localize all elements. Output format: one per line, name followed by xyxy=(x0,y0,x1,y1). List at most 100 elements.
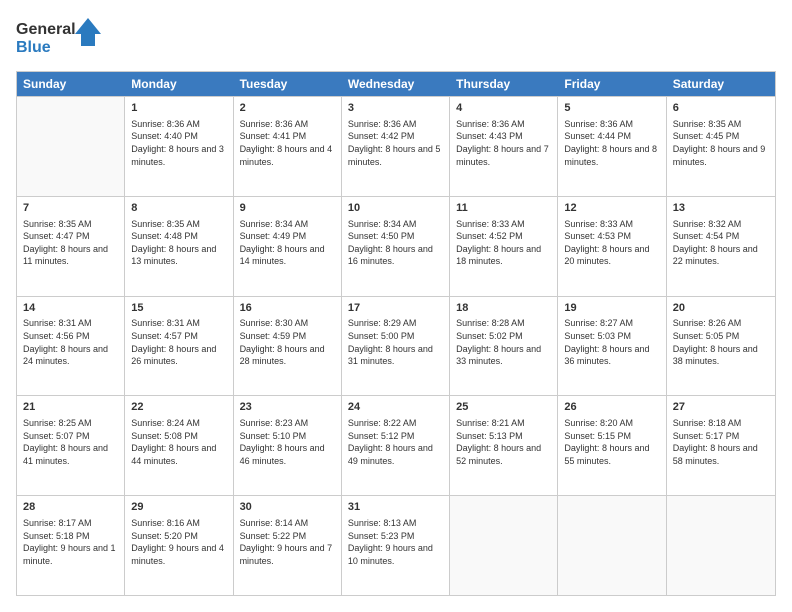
calendar-week-4: 21 Sunrise: 8:25 AMSunset: 5:07 PMDayligh… xyxy=(17,395,775,495)
calendar-cell: 30Sunrise: 8:14 AMSunset: 5:22 PMDayligh… xyxy=(234,496,342,595)
calendar-cell: 9 Sunrise: 8:34 AMSunset: 4:49 PMDaylight… xyxy=(234,197,342,296)
day-number: 28 xyxy=(23,500,118,515)
calendar-cell: 10 Sunrise: 8:34 AMSunset: 4:50 PMDayligh… xyxy=(342,197,450,296)
day-number: 13 xyxy=(673,201,769,216)
day-number: 6 xyxy=(673,101,769,116)
calendar-week-3: 14Sunrise: 8:31 AMSunset: 4:56 PMDayligh… xyxy=(17,296,775,396)
svg-text:Blue: Blue xyxy=(16,39,51,56)
page-container: General Blue SundayMondayTuesdayWednesda… xyxy=(0,0,792,612)
calendar-cell: 6 Sunrise: 8:35 AMSunset: 4:45 PMDaylight… xyxy=(667,97,775,196)
day-number: 16 xyxy=(240,301,335,316)
day-info: Sunrise: 8:20 AMSunset: 5:15 PMDaylight:… xyxy=(564,417,659,467)
day-number: 25 xyxy=(456,400,551,415)
day-info: Sunrise: 8:29 AMSunset: 5:00 PMDaylight:… xyxy=(348,317,443,367)
calendar-cell: 14Sunrise: 8:31 AMSunset: 4:56 PMDayligh… xyxy=(17,297,125,396)
calendar-cell xyxy=(17,97,125,196)
calendar-week-2: 7Sunrise: 8:35 AMSunset: 4:47 PMDaylight… xyxy=(17,196,775,296)
day-info: Sunrise: 8:27 AMSunset: 5:03 PMDaylight:… xyxy=(564,317,659,367)
day-info: Sunrise: 8:13 AMSunset: 5:23 PMDaylight:… xyxy=(348,517,443,567)
calendar-cell: 31 Sunrise: 8:13 AMSunset: 5:23 PMDayligh… xyxy=(342,496,450,595)
day-info: Sunrise: 8:36 AMSunset: 4:40 PMDaylight:… xyxy=(131,118,226,168)
day-info: Sunrise: 8:31 AMSunset: 4:56 PMDaylight:… xyxy=(23,317,118,367)
day-info: Sunrise: 8:28 AMSunset: 5:02 PMDaylight:… xyxy=(456,317,551,367)
day-number: 29 xyxy=(131,500,226,515)
calendar-cell: 4Sunrise: 8:36 AMSunset: 4:43 PMDaylight… xyxy=(450,97,558,196)
calendar-cell: 18Sunrise: 8:28 AMSunset: 5:02 PMDayligh… xyxy=(450,297,558,396)
day-number: 17 xyxy=(348,301,443,316)
calendar-cell: 17Sunrise: 8:29 AMSunset: 5:00 PMDayligh… xyxy=(342,297,450,396)
day-info: Sunrise: 8:36 AMSunset: 4:41 PMDaylight:… xyxy=(240,118,335,168)
day-number: 1 xyxy=(131,101,226,116)
day-number: 18 xyxy=(456,301,551,316)
day-info: Sunrise: 8:34 AMSunset: 4:50 PMDaylight:… xyxy=(348,218,443,268)
calendar-cell xyxy=(667,496,775,595)
day-info: Sunrise: 8:31 AMSunset: 4:57 PMDaylight:… xyxy=(131,317,226,367)
day-number: 21 xyxy=(23,400,118,415)
calendar-cell: 24Sunrise: 8:22 AMSunset: 5:12 PMDayligh… xyxy=(342,396,450,495)
day-number: 30 xyxy=(240,500,335,515)
day-number: 31 xyxy=(348,500,443,515)
day-number: 14 xyxy=(23,301,118,316)
day-number: 4 xyxy=(456,101,551,116)
header-day-tuesday: Tuesday xyxy=(234,72,342,96)
day-info: Sunrise: 8:33 AMSunset: 4:52 PMDaylight:… xyxy=(456,218,551,268)
header-day-saturday: Saturday xyxy=(667,72,775,96)
calendar-cell: 3Sunrise: 8:36 AMSunset: 4:42 PMDaylight… xyxy=(342,97,450,196)
calendar-header: SundayMondayTuesdayWednesdayThursdayFrid… xyxy=(17,72,775,96)
day-info: Sunrise: 8:23 AMSunset: 5:10 PMDaylight:… xyxy=(240,417,335,467)
calendar: SundayMondayTuesdayWednesdayThursdayFrid… xyxy=(16,71,776,596)
calendar-cell: 28Sunrise: 8:17 AMSunset: 5:18 PMDayligh… xyxy=(17,496,125,595)
calendar-cell: 12 Sunrise: 8:33 AMSunset: 4:53 PMDayligh… xyxy=(558,197,666,296)
day-number: 10 xyxy=(348,201,443,216)
calendar-cell: 22 Sunrise: 8:24 AMSunset: 5:08 PMDayligh… xyxy=(125,396,233,495)
day-info: Sunrise: 8:35 AMSunset: 4:48 PMDaylight:… xyxy=(131,218,226,268)
calendar-cell xyxy=(558,496,666,595)
calendar-cell: 27Sunrise: 8:18 AMSunset: 5:17 PMDayligh… xyxy=(667,396,775,495)
calendar-cell: 16Sunrise: 8:30 AMSunset: 4:59 PMDayligh… xyxy=(234,297,342,396)
day-info: Sunrise: 8:34 AMSunset: 4:49 PMDaylight:… xyxy=(240,218,335,268)
calendar-cell: 20Sunrise: 8:26 AMSunset: 5:05 PMDayligh… xyxy=(667,297,775,396)
day-info: Sunrise: 8:35 AMSunset: 4:47 PMDaylight:… xyxy=(23,218,118,268)
header-day-friday: Friday xyxy=(558,72,666,96)
header-day-sunday: Sunday xyxy=(17,72,125,96)
day-number: 26 xyxy=(564,400,659,415)
calendar-cell: 29 Sunrise: 8:16 AMSunset: 5:20 PMDayligh… xyxy=(125,496,233,595)
day-info: Sunrise: 8:35 AMSunset: 4:45 PMDaylight:… xyxy=(673,118,769,168)
calendar-cell: 1 Sunrise: 8:36 AMSunset: 4:40 PMDaylight… xyxy=(125,97,233,196)
day-info: Sunrise: 8:22 AMSunset: 5:12 PMDaylight:… xyxy=(348,417,443,467)
day-number: 27 xyxy=(673,400,769,415)
day-number: 3 xyxy=(348,101,443,116)
calendar-cell: 11 Sunrise: 8:33 AMSunset: 4:52 PMDayligh… xyxy=(450,197,558,296)
calendar-cell: 23 Sunrise: 8:23 AMSunset: 5:10 PMDayligh… xyxy=(234,396,342,495)
day-info: Sunrise: 8:16 AMSunset: 5:20 PMDaylight:… xyxy=(131,517,226,567)
day-info: Sunrise: 8:32 AMSunset: 4:54 PMDaylight:… xyxy=(673,218,769,268)
day-number: 23 xyxy=(240,400,335,415)
calendar-cell: 19Sunrise: 8:27 AMSunset: 5:03 PMDayligh… xyxy=(558,297,666,396)
calendar-cell: 26 Sunrise: 8:20 AMSunset: 5:15 PMDayligh… xyxy=(558,396,666,495)
calendar-cell xyxy=(450,496,558,595)
day-info: Sunrise: 8:33 AMSunset: 4:53 PMDaylight:… xyxy=(564,218,659,268)
day-number: 5 xyxy=(564,101,659,116)
day-info: Sunrise: 8:24 AMSunset: 5:08 PMDaylight:… xyxy=(131,417,226,467)
calendar-week-1: 1 Sunrise: 8:36 AMSunset: 4:40 PMDaylight… xyxy=(17,96,775,196)
calendar-cell: 21 Sunrise: 8:25 AMSunset: 5:07 PMDayligh… xyxy=(17,396,125,495)
day-info: Sunrise: 8:36 AMSunset: 4:44 PMDaylight:… xyxy=(564,118,659,168)
day-number: 8 xyxy=(131,201,226,216)
day-number: 12 xyxy=(564,201,659,216)
header-day-wednesday: Wednesday xyxy=(342,72,450,96)
day-number: 19 xyxy=(564,301,659,316)
svg-text:General: General xyxy=(16,21,76,38)
day-number: 9 xyxy=(240,201,335,216)
day-info: Sunrise: 8:26 AMSunset: 5:05 PMDaylight:… xyxy=(673,317,769,367)
header-day-thursday: Thursday xyxy=(450,72,558,96)
logo-svg: General Blue xyxy=(16,16,106,61)
day-number: 22 xyxy=(131,400,226,415)
day-number: 20 xyxy=(673,301,769,316)
calendar-cell: 8 Sunrise: 8:35 AMSunset: 4:48 PMDaylight… xyxy=(125,197,233,296)
day-info: Sunrise: 8:25 AMSunset: 5:07 PMDaylight:… xyxy=(23,417,118,467)
calendar-body: 1 Sunrise: 8:36 AMSunset: 4:40 PMDaylight… xyxy=(17,96,775,595)
calendar-cell: 7Sunrise: 8:35 AMSunset: 4:47 PMDaylight… xyxy=(17,197,125,296)
day-number: 11 xyxy=(456,201,551,216)
day-info: Sunrise: 8:30 AMSunset: 4:59 PMDaylight:… xyxy=(240,317,335,367)
page-header: General Blue xyxy=(16,16,776,61)
